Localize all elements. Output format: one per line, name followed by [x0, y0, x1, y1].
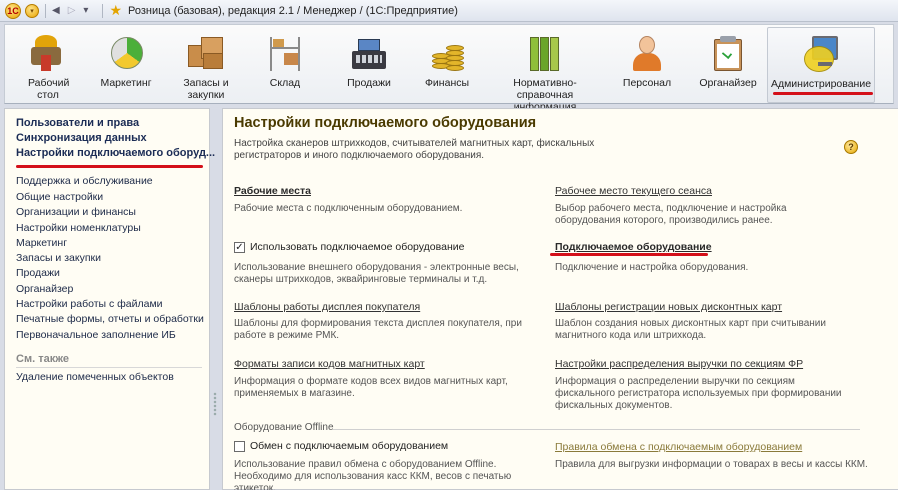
discount-templates-link[interactable]: Шаблоны регистрации новых дисконтных кар… — [555, 301, 782, 313]
section-label: Финансы — [424, 77, 470, 89]
sections-panel: Рабочий стол Маркетинг Запасы и закупки … — [4, 24, 894, 113]
nav-support[interactable]: Поддержка и обслуживание — [16, 175, 153, 187]
offline-exchange-checkbox[interactable] — [234, 441, 245, 452]
nav-sales[interactable]: Продажи — [16, 267, 60, 279]
panel-splitter[interactable] — [213, 392, 217, 416]
display-templates-desc: Шаблоны для формирования текста дисплея … — [234, 318, 522, 341]
nav-inventory[interactable]: Запасы и закупки — [16, 252, 101, 264]
nav-delete-marked[interactable]: Удаление помеченных объектов — [16, 371, 174, 383]
nav-organizations-finance[interactable]: Организации и финансы — [16, 206, 136, 218]
nav-users-rights[interactable]: Пользователи и права — [16, 117, 139, 129]
section-reference-info[interactable]: Нормативно-справочная информация — [491, 27, 599, 113]
connected-equipment-underline — [550, 253, 708, 256]
section-label: Рабочий стол — [28, 77, 70, 101]
boxes-icon — [185, 33, 227, 75]
revenue-distribution-link[interactable]: Настройки распределения выручки по секци… — [555, 358, 803, 370]
page-title: Настройки подключаемого оборудования — [234, 115, 537, 131]
discount-templates-desc: Шаблон создания новых дисконтных карт пр… — [555, 318, 826, 341]
nav-organizer[interactable]: Органайзер — [16, 283, 73, 295]
nav-initial-fill[interactable]: Первоначальное заполнение ИБ — [16, 329, 176, 341]
home-icon — [27, 33, 69, 75]
section-label: Персонал — [622, 77, 672, 89]
cash-register-icon — [348, 33, 390, 75]
offline-group-title: Оборудование Offline — [234, 422, 334, 433]
section-organizer[interactable]: Органайзер — [697, 27, 759, 103]
current-workplace-link[interactable]: Рабочее место текущего сеанса — [555, 185, 712, 197]
section-marketing[interactable]: Маркетинг — [95, 27, 157, 103]
section-label: Продажи — [347, 77, 391, 89]
exchange-rules-desc: Правила для выгрузки информации о товара… — [555, 459, 868, 470]
person-icon — [626, 33, 668, 75]
help-icon[interactable]: ? — [844, 140, 858, 154]
coins-icon — [426, 33, 468, 75]
offline-exchange-desc: Использование правил обмена с оборудован… — [234, 459, 512, 490]
main-content: Настройки подключаемого оборудования Нас… — [222, 108, 898, 490]
connected-equipment-link[interactable]: Подключаемое оборудование — [555, 241, 712, 253]
title-bar: 1C ▾ ◀ ▷ ▾ ★ Розница (базовая), редакция… — [0, 0, 898, 22]
use-equipment-desc: Использование внешнего оборудования - эл… — [234, 262, 519, 285]
connected-equipment-desc: Подключение и настройка оборудования. — [555, 262, 749, 273]
workplaces-link[interactable]: Рабочие места — [234, 185, 311, 197]
section-finance[interactable]: Финансы — [418, 27, 476, 103]
admin-icon — [800, 34, 842, 76]
nav-print-forms[interactable]: Печатные формы, отчеты и обработки — [16, 313, 204, 325]
card-formats-link[interactable]: Форматы записи кодов магнитных карт — [234, 358, 425, 370]
history-dropdown-icon[interactable]: ▾ — [83, 5, 88, 16]
nav-general-settings[interactable]: Общие настройки — [16, 191, 103, 203]
section-desktop[interactable]: Рабочий стол — [22, 27, 74, 103]
display-templates-link[interactable]: Шаблоны работы дисплея покупателя — [234, 301, 420, 313]
offline-exchange-label[interactable]: Обмен с подключаемым оборудованием — [250, 440, 448, 452]
see-also-title: См. также — [16, 353, 69, 365]
navigation-panel: Пользователи и права Синхронизация данны… — [4, 108, 215, 490]
nav-marketing[interactable]: Маркетинг — [16, 237, 67, 249]
app-logo-icon[interactable]: 1C — [5, 2, 21, 19]
exchange-rules-link[interactable]: Правила обмена с подключаемым оборудован… — [555, 441, 802, 453]
nav-active-underline — [16, 165, 203, 168]
pie-chart-icon — [105, 33, 147, 75]
window-title: Розница (базовая), редакция 2.1 / Менедж… — [128, 4, 458, 17]
binders-icon — [524, 33, 566, 75]
separator — [45, 3, 46, 18]
section-label: Органайзер — [699, 77, 757, 89]
main-menu-icon[interactable]: ▾ — [25, 3, 39, 18]
workplaces-desc: Рабочие места с подключенным оборудовани… — [234, 203, 463, 214]
forward-icon[interactable]: ▷ — [68, 5, 76, 16]
section-label: Склад — [269, 77, 301, 89]
separator — [102, 3, 104, 18]
shelves-icon — [264, 33, 306, 75]
nav-data-sync[interactable]: Синхронизация данных — [16, 132, 147, 144]
nav-equipment-settings[interactable]: Настройки подключаемого оборуд... — [16, 147, 215, 159]
clipboard-icon — [707, 33, 749, 75]
revenue-distribution-desc: Информация о распределении выручки по се… — [555, 376, 842, 411]
section-sales[interactable]: Продажи — [338, 27, 400, 103]
use-equipment-checkbox[interactable]: ✓ — [234, 242, 245, 253]
use-equipment-label[interactable]: Использовать подключаемое оборудование — [250, 241, 464, 253]
nav-nomenclature-settings[interactable]: Настройки номенклатуры — [16, 222, 141, 234]
page-description: Настройка сканеров штрихкодов, считывате… — [234, 138, 595, 161]
current-workplace-desc: Выбор рабочего места, подключение и наст… — [555, 203, 787, 226]
section-inventory[interactable]: Запасы и закупки — [177, 27, 235, 103]
active-section-underline — [773, 92, 873, 95]
nav-file-settings[interactable]: Настройки работы с файлами — [16, 298, 163, 310]
card-formats-desc: Информация о формате кодов всех видов ма… — [234, 376, 508, 399]
section-warehouse[interactable]: Склад — [257, 27, 313, 103]
section-personnel[interactable]: Персонал — [619, 27, 675, 103]
section-label: Маркетинг — [100, 77, 152, 89]
divider — [16, 367, 202, 368]
section-label: Запасы и закупки — [183, 77, 229, 101]
back-icon[interactable]: ◀ — [52, 5, 60, 16]
favorite-star-icon[interactable]: ★ — [109, 2, 122, 19]
section-label: Администрирование — [770, 78, 872, 90]
offline-group-divider — [333, 429, 860, 430]
